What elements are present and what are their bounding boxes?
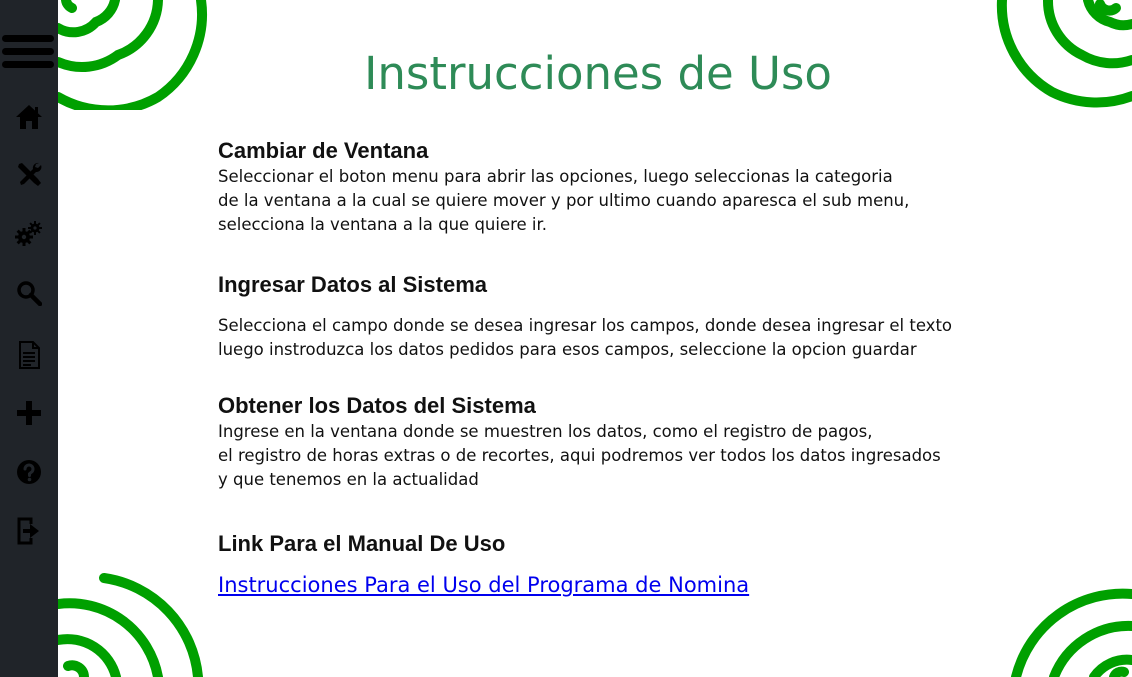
tools-icon [18, 162, 42, 186]
search-icon [17, 281, 42, 306]
section-text: Selecciona el campo donde se desea ingre… [218, 314, 1018, 362]
app-window: Instrucciones de Uso Cambiar de Ventana … [0, 0, 1132, 677]
sidebar-item-documents[interactable] [9, 335, 49, 375]
section-heading: Cambiar de Ventana [218, 138, 429, 163]
text-line: de la ventana a la cual se quiere mover … [218, 191, 910, 210]
section-heading: Obtener los Datos del Sistema [218, 393, 536, 418]
sidebar-item-home[interactable] [9, 97, 49, 137]
help-icon [17, 460, 41, 484]
sidebar [0, 0, 58, 677]
sidebar-item-settings[interactable] [9, 213, 49, 253]
text-line: Ingrese en la ventana donde se muestren … [218, 422, 873, 441]
text-line: Seleccionar el boton menu para abrir las… [218, 167, 893, 186]
sidebar-item-logout[interactable] [9, 511, 49, 551]
text-line: y que tenemos en la actualidad [218, 470, 479, 489]
plus-icon [17, 401, 41, 425]
logout-icon [17, 517, 39, 545]
menu-icon [2, 35, 54, 68]
section-text: Ingrese en la ventana donde se muestren … [218, 420, 1018, 492]
main-content: Instrucciones de Uso Cambiar de Ventana … [58, 0, 1132, 677]
section-cambiar-ventana: Cambiar de Ventana Seleccionar el boton … [218, 139, 1018, 237]
text-line: selecciona la ventana a la que quiere ir… [218, 215, 548, 234]
sidebar-item-search[interactable] [9, 273, 49, 313]
page-title: Instrucciones de Uso [364, 47, 832, 100]
gears-icon [15, 221, 42, 246]
section-text: Seleccionar el boton menu para abrir las… [218, 165, 1018, 237]
home-icon [16, 105, 42, 129]
sidebar-item-add[interactable] [9, 393, 49, 433]
section-ingresar-datos: Ingresar Datos al Sistema Selecciona el … [218, 273, 1018, 362]
text-line: Selecciona el campo donde se desea ingre… [218, 316, 953, 335]
sidebar-item-help[interactable] [9, 452, 49, 492]
text-line: luego instroduzca los datos pedidos para… [218, 340, 917, 359]
text-line: el registro de horas extras o de recorte… [218, 446, 941, 465]
section-heading: Link Para el Manual De Uso [218, 531, 506, 556]
manual-link[interactable]: Instrucciones Para el Uso del Programa d… [218, 573, 749, 597]
document-icon [19, 341, 40, 369]
menu-toggle-button[interactable] [2, 32, 54, 72]
section-heading: Ingresar Datos al Sistema [218, 272, 488, 297]
section-manual-link: Link Para el Manual De Uso Instrucciones… [218, 531, 1018, 598]
sidebar-item-tools[interactable] [9, 154, 49, 194]
section-obtener-datos: Obtener los Datos del Sistema Ingrese en… [218, 394, 1018, 492]
